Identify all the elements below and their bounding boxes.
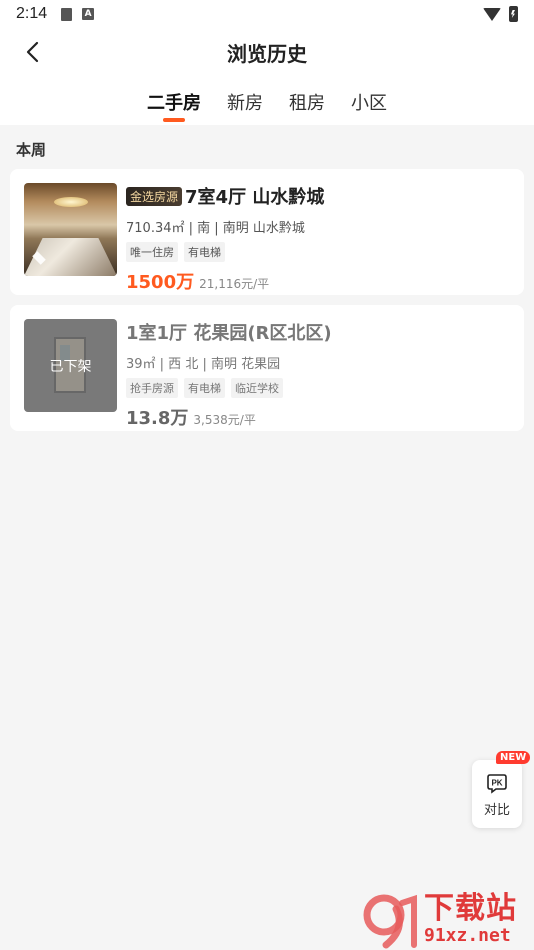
listing-photo: 已下架 — [24, 319, 117, 412]
chevron-left-icon — [26, 41, 39, 63]
listing-price-row: 13.8万 3,538元/平 — [126, 404, 332, 430]
listing-unit-price: 3,538元/平 — [193, 413, 256, 427]
gold-listing-badge: 金选房源 — [126, 186, 183, 206]
tab-label: 租房 — [289, 93, 325, 114]
listing-price-row: 1500万 21,116元/平 — [126, 268, 324, 294]
watermark-text: 下载站 — [424, 890, 517, 926]
listing-meta: 39㎡ | 西 北 | 南明 花果园 — [126, 357, 281, 372]
listing-tag: 抢手房源 — [126, 378, 178, 398]
tab-rentals[interactable]: 租房 — [289, 76, 325, 125]
compare-button[interactable]: PK 对比 — [472, 760, 522, 828]
page-title: 浏览历史 — [227, 41, 307, 66]
tab-label: 小区 — [351, 93, 387, 114]
pk-icon-text: PK — [491, 779, 502, 788]
sim-card-icon — [61, 7, 73, 21]
watermark-url: 91xz.net — [424, 924, 511, 946]
listing-info: 金选房源 7室4厅 山水黔城 710.34㎡ | 南 | 南明 山水黔城 唯一住… — [126, 183, 324, 293]
wifi-icon — [483, 7, 501, 21]
tab-second-hand[interactable]: 二手房 — [147, 76, 201, 125]
status-notification-icons: A — [61, 7, 95, 21]
new-badge: NEW — [496, 751, 531, 764]
listing-title: 1室1厅 花果园(R区北区) — [126, 323, 332, 344]
listing-tags: 唯一住房 有电梯 — [126, 242, 324, 262]
active-tab-indicator — [163, 118, 185, 122]
status-time: 2:14 — [16, 5, 48, 22]
listing-title: 7室4厅 山水黔城 — [185, 187, 325, 208]
listing-price: 13.8万 — [126, 408, 189, 429]
tab-new-homes[interactable]: 新房 — [227, 76, 263, 125]
listing-tag: 有电梯 — [184, 242, 225, 262]
status-right — [483, 6, 518, 22]
pk-icon: PK — [487, 774, 507, 794]
tab-label: 二手房 — [147, 93, 201, 114]
watermark-logo-icon — [363, 894, 417, 949]
category-tabs: 二手房 新房 租房 小区 — [0, 76, 534, 125]
a-notification-icon: A — [82, 8, 95, 20]
listing-info: 1室1厅 花果园(R区北区) 39㎡ | 西 北 | 南明 花果园 抢手房源 有… — [126, 319, 332, 429]
listing-tag: 临近学校 — [231, 378, 283, 398]
listing-price: 1500万 — [126, 272, 195, 293]
tab-communities[interactable]: 小区 — [351, 76, 387, 125]
listing-card[interactable]: 已下架 1室1厅 花果园(R区北区) 39㎡ | 西 北 | 南明 花果园 抢手… — [10, 305, 524, 431]
site-watermark: 下载站 91xz.net — [362, 888, 534, 950]
listing-tags: 抢手房源 有电梯 临近学校 — [126, 378, 332, 398]
listing-unit-price: 21,116元/平 — [199, 277, 270, 291]
back-button[interactable] — [20, 38, 48, 66]
listing-tag: 唯一住房 — [126, 242, 178, 262]
compare-label: 对比 — [483, 803, 510, 818]
section-this-week: 本周 — [16, 141, 47, 159]
listing-meta: 710.34㎡ | 南 | 南明 山水黔城 — [126, 221, 305, 236]
listing-tag: 有电梯 — [184, 378, 225, 398]
listing-photo — [24, 183, 117, 276]
tab-label: 新房 — [227, 93, 263, 114]
listing-title-row: 金选房源 7室4厅 山水黔城 — [126, 183, 324, 209]
delisted-overlay: 已下架 — [24, 319, 117, 412]
app-header: 浏览历史 — [0, 28, 534, 76]
listing-title-row: 1室1厅 花果园(R区北区) — [126, 319, 332, 345]
battery-icon — [509, 6, 518, 22]
status-bar: 2:14 A — [0, 0, 534, 28]
listing-card[interactable]: 金选房源 7室4厅 山水黔城 710.34㎡ | 南 | 南明 山水黔城 唯一住… — [10, 169, 524, 295]
